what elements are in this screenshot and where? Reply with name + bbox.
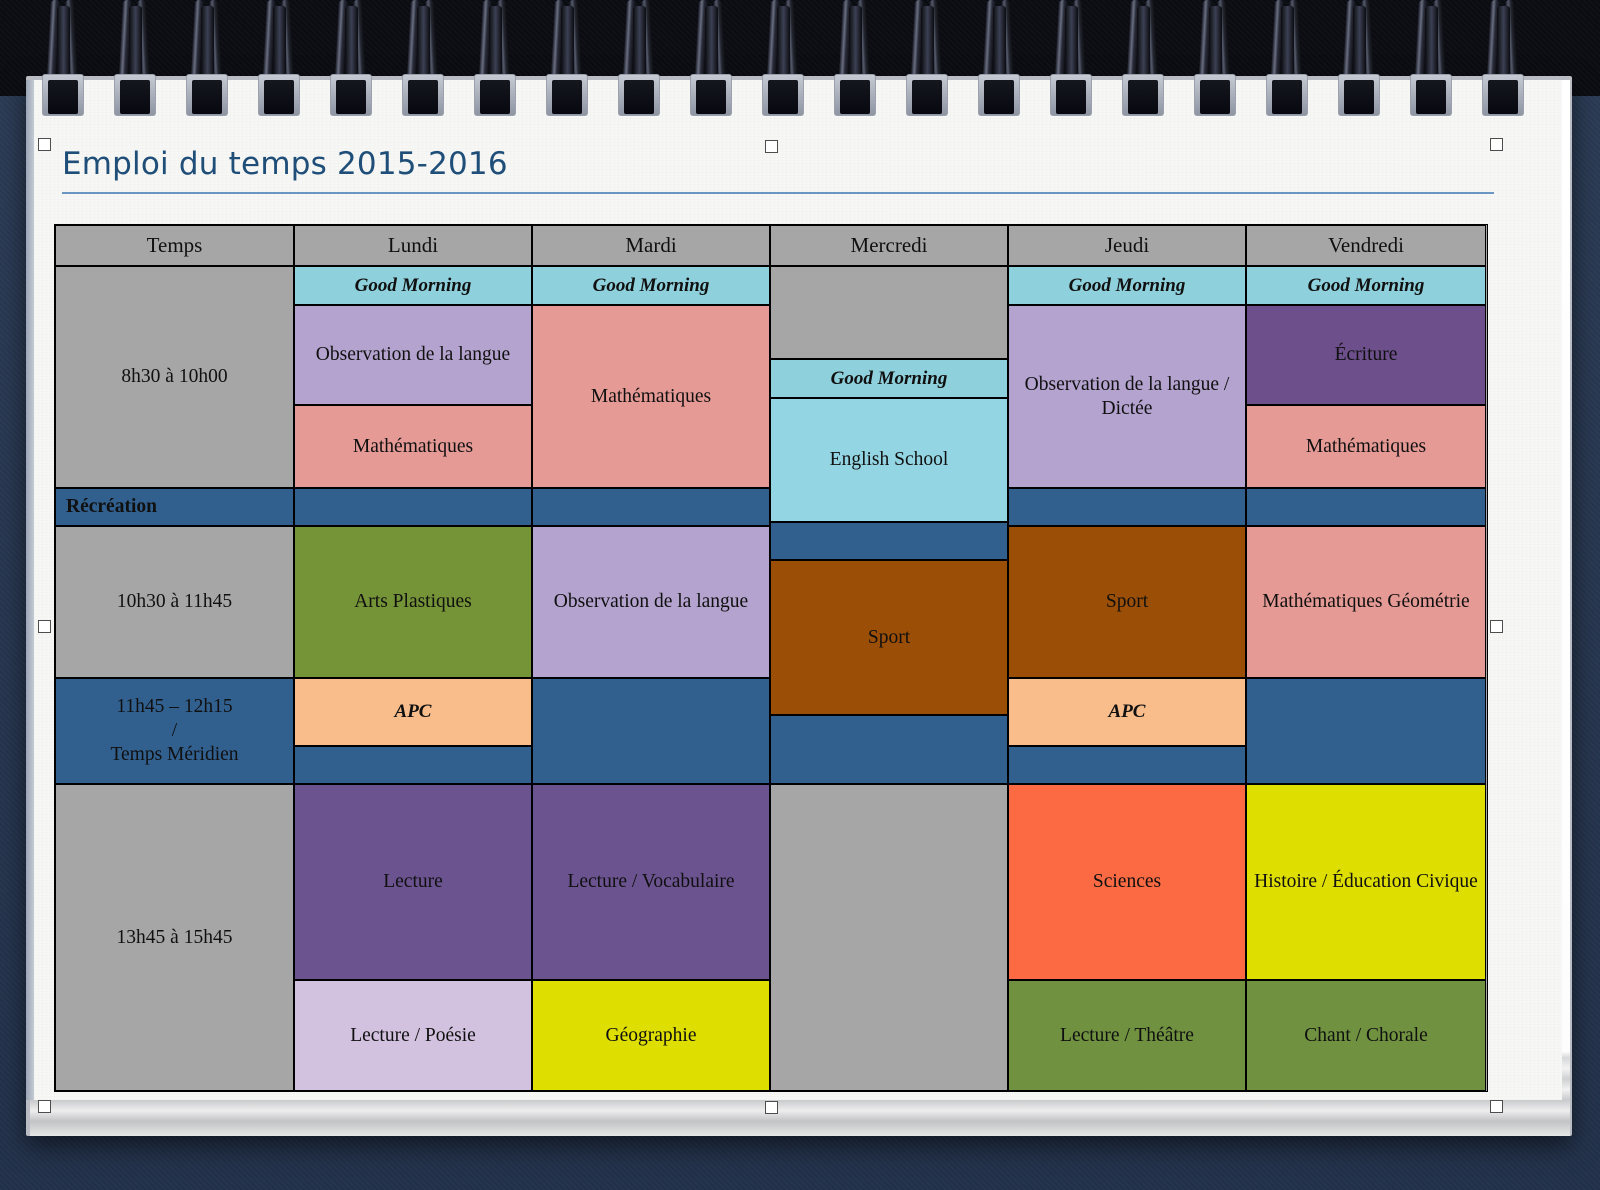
cell-vendredi-ecriture[interactable]: Écriture [1246, 305, 1486, 405]
cell-vendredi-recreation [1246, 488, 1486, 526]
cell-vendredi-midday-blue [1246, 678, 1486, 784]
cell-lundi-apc[interactable]: APC [294, 678, 532, 746]
column-header-vendredi: Vendredi [1246, 225, 1486, 266]
timetable: Temps Lundi Mardi Mercredi Jeudi Vendred… [54, 224, 1488, 1092]
spiral-ring [250, 0, 318, 130]
spiral-ring [178, 0, 246, 130]
cell-mardi-geographie[interactable]: Géographie [532, 980, 770, 1091]
cell-jeudi-apc[interactable]: APC [1008, 678, 1246, 746]
cell-mardi-midday-blue [532, 678, 770, 784]
spiral-ring [1258, 0, 1326, 130]
spiral-ring [106, 0, 174, 130]
time-label-midday-line2: / [171, 720, 178, 742]
cell-mercredi-english-school[interactable]: English School [770, 398, 1008, 522]
cell-mercredi-afternoon-empty [770, 784, 1008, 1091]
title-underline [62, 192, 1494, 194]
time-label-midday-line3: Temps Méridien [110, 743, 239, 765]
cell-vendredi-mathematiques-geometrie[interactable]: Mathématiques Géométrie [1246, 526, 1486, 678]
cell-jeudi-observation-langue-dictee[interactable]: Observation de la langue / Dictée [1008, 305, 1246, 488]
cell-lundi-recreation [294, 488, 532, 526]
column-header-mardi: Mardi [532, 225, 770, 266]
spiral-ring [394, 0, 462, 130]
spiral-ring [1474, 0, 1542, 130]
spiral-ring [322, 0, 390, 130]
spiral-ring [1330, 0, 1398, 130]
selection-handle-mid-left[interactable] [38, 620, 51, 633]
cell-lundi-lecture[interactable]: Lecture [294, 784, 532, 980]
time-label-midday-line1: 11h45 – 12h15 [116, 696, 233, 718]
cell-jeudi-lecture-theatre[interactable]: Lecture / Théâtre [1008, 980, 1246, 1091]
spiral-ring [970, 0, 1038, 130]
cell-lundi-arts-plastiques[interactable]: Arts Plastiques [294, 526, 532, 678]
spiral-ring [466, 0, 534, 130]
cell-mercredi-blue-strip-top [770, 522, 1008, 560]
column-header-mercredi: Mercredi [770, 225, 1008, 266]
cell-mardi-good-morning[interactable]: Good Morning [532, 266, 770, 305]
selection-handle-bottom-left[interactable] [38, 1100, 51, 1113]
cell-vendredi-good-morning[interactable]: Good Morning [1246, 266, 1486, 305]
column-header-jeudi: Jeudi [1008, 225, 1246, 266]
spiral-ring [1042, 0, 1110, 130]
selection-handle-bottom-center[interactable] [765, 1101, 778, 1114]
cell-mercredi-empty-morning [770, 266, 1008, 359]
title-block: Emploi du temps 2015-2016 [62, 146, 1494, 194]
spiral-ring [610, 0, 678, 130]
cell-jeudi-good-morning[interactable]: Good Morning [1008, 266, 1246, 305]
spiral-binding [0, 0, 1600, 132]
cell-lundi-lecture-poesie[interactable]: Lecture / Poésie [294, 980, 532, 1091]
cell-mercredi-good-morning[interactable]: Good Morning [770, 359, 1008, 398]
cell-vendredi-histoire-education-civique[interactable]: Histoire / Éducation Civique [1246, 784, 1486, 980]
cell-mercredi-sport[interactable]: Sport [770, 560, 1008, 715]
selection-handle-bottom-right[interactable] [1490, 1100, 1503, 1113]
spiral-ring [754, 0, 822, 130]
cell-mercredi-midday-blue [770, 715, 1008, 784]
page-title: Emploi du temps 2015-2016 [62, 146, 508, 182]
column-header-temps: Temps [55, 225, 294, 266]
cell-jeudi-sport[interactable]: Sport [1008, 526, 1246, 678]
cell-jeudi-midday-blue [1008, 746, 1246, 784]
cell-jeudi-sciences[interactable]: Sciences [1008, 784, 1246, 980]
spiral-ring [34, 0, 102, 130]
spiral-ring [538, 0, 606, 130]
cell-lundi-mathematiques[interactable]: Mathématiques [294, 405, 532, 488]
cell-lundi-good-morning[interactable]: Good Morning [294, 266, 532, 305]
time-label-recreation: Récréation [55, 488, 294, 526]
spiral-ring [1186, 0, 1254, 130]
cell-mardi-observation-langue[interactable]: Observation de la langue [532, 526, 770, 678]
cell-lundi-observation-langue[interactable]: Observation de la langue [294, 305, 532, 405]
cell-mardi-lecture-vocabulaire[interactable]: Lecture / Vocabulaire [532, 784, 770, 980]
time-label-morning: 8h30 à 10h00 [55, 266, 294, 488]
cell-vendredi-mathematiques[interactable]: Mathématiques [1246, 405, 1486, 488]
selection-handle-top-left[interactable] [38, 138, 51, 151]
cell-mardi-recreation [532, 488, 770, 526]
selection-handle-mid-right[interactable] [1490, 620, 1503, 633]
time-label-afternoon: 13h45 à 15h45 [55, 784, 294, 1091]
spiral-ring [682, 0, 750, 130]
spiral-ring [826, 0, 894, 130]
column-header-lundi: Lundi [294, 225, 532, 266]
cell-jeudi-recreation [1008, 488, 1246, 526]
cell-lundi-midday-blue [294, 746, 532, 784]
cell-mardi-mathematiques[interactable]: Mathématiques [532, 305, 770, 488]
spiral-ring [1402, 0, 1470, 130]
time-label-midday: 11h45 – 12h15 / Temps Méridien [55, 678, 294, 784]
cell-vendredi-chant-chorale[interactable]: Chant / Chorale [1246, 980, 1486, 1091]
spiral-ring [898, 0, 966, 130]
time-label-midmorning: 10h30 à 11h45 [55, 526, 294, 678]
spiral-ring [1114, 0, 1182, 130]
